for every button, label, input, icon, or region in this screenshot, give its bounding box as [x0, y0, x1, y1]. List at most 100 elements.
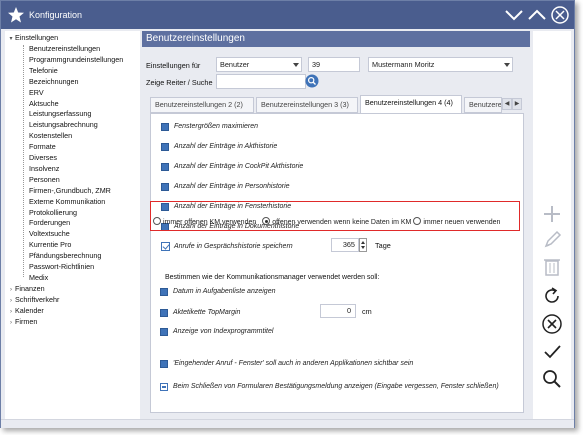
search-icon[interactable]	[305, 74, 319, 88]
tree-node-einstellungen[interactable]: ▾ Einstellungen	[7, 33, 58, 43]
tree-item-label: Kurrentie Pro	[29, 240, 72, 250]
search-input[interactable]	[216, 74, 306, 89]
tree-node-label: Finanzen	[15, 284, 45, 293]
tree-node[interactable]: › Firmen	[7, 317, 37, 327]
tree-item[interactable]: Protokollierung	[29, 208, 77, 218]
tab-benutzereinstellungen-4[interactable]: Benutzereinstellungen 4 (4)	[360, 95, 462, 114]
tree-item-label: Kostenstellen	[29, 131, 73, 141]
tree-item[interactable]: ERV	[29, 88, 44, 98]
checkbox-cockpit[interactable]	[161, 163, 169, 171]
tree-item[interactable]: Kostenstellen	[29, 131, 72, 141]
tree-item[interactable]: Insolvenz	[29, 164, 59, 174]
search-label: Zeige Reiter / Suche	[146, 78, 213, 87]
radio-km-always-open[interactable]: immer offenen KM verwenden	[153, 217, 256, 226]
tree-item[interactable]: Voltextsuche	[29, 229, 70, 239]
action-bar	[533, 31, 571, 419]
cancel-icon[interactable]	[541, 313, 563, 335]
km-radio-group: immer offenen KM verwenden offenen verwe…	[153, 217, 500, 226]
tree-item[interactable]: Firmen-,Grundbuch, ZMR	[29, 186, 111, 196]
tree-item[interactable]: Personen	[29, 175, 60, 185]
radio-selected-icon	[262, 217, 271, 225]
tree-item[interactable]: Programmgrundeinstellungen	[29, 55, 123, 65]
tree-item[interactable]: Benutzereinstellungen	[29, 44, 100, 54]
tree-item-label: Voltextsuche	[29, 229, 70, 239]
search-icon[interactable]	[541, 368, 563, 390]
confirm-icon[interactable]	[541, 341, 563, 363]
close-window-icon[interactable]	[550, 6, 570, 24]
user-name-dropdown[interactable]: Mustermann Moritz	[368, 57, 513, 72]
tree-node[interactable]: › Kalender	[7, 306, 44, 316]
user-id-field[interactable]: 39	[308, 57, 360, 72]
delete-icon[interactable]	[541, 255, 563, 277]
edit-icon[interactable]	[541, 229, 563, 251]
tree-item[interactable]: Aktsuche	[29, 99, 59, 109]
tree-item[interactable]: Telefonie	[29, 66, 58, 76]
content-area: Benutzereinstellungen Einstellungen für …	[142, 31, 530, 419]
tab-scroll-right-icon[interactable]: ▶	[512, 98, 522, 110]
tree-item[interactable]: Leistungsabrechnung	[29, 120, 98, 130]
tree-item[interactable]: Leistungserfassung	[29, 109, 91, 119]
expand-arrow-icon[interactable]: ›	[7, 285, 15, 295]
option-akthistorie-label: Anzahl der Einträge in Akthistorie	[174, 143, 278, 150]
tree-node-label: Schriftverkehr	[15, 294, 60, 304]
tab-strip: Benutzereinstellungen 2 (2) Benutzereins…	[150, 95, 524, 114]
tree-node-label: Kalender	[15, 305, 44, 315]
expand-arrow-icon[interactable]: ›	[7, 307, 15, 317]
tree-item-label: Firmen-,Grundbuch, ZMR	[29, 185, 111, 195]
tree-node[interactable]: › Finanzen	[7, 284, 45, 294]
checkbox-anrufe[interactable]	[161, 242, 170, 251]
tree-item[interactable]: Medix	[29, 273, 48, 283]
anrufe-days-stepper[interactable]	[359, 238, 367, 252]
add-icon[interactable]	[541, 203, 563, 225]
checkbox-maximize[interactable]	[161, 123, 169, 131]
window-title: Konfiguration	[29, 10, 83, 20]
tree-item-label: Forderungen	[29, 218, 71, 228]
tree-item[interactable]: Forderungen	[29, 218, 70, 228]
tree-item-label: Aktsuche	[29, 98, 59, 108]
checkbox-personhistorie[interactable]	[161, 183, 169, 191]
collapse-icon[interactable]	[504, 6, 524, 24]
expand-arrow-icon[interactable]: ›	[7, 318, 15, 328]
tree-item-label: Bezeichnungen	[29, 76, 79, 86]
settings-for-dropdown[interactable]: Benutzer	[216, 57, 302, 72]
tree-item[interactable]: Kurrentie Pro	[29, 240, 71, 250]
settings-for-label: Einstellungen für	[146, 61, 201, 70]
tree-item-label: Benutzereinstellungen	[29, 44, 101, 53]
tab-scroll-left-icon[interactable]: ◀	[502, 98, 512, 110]
refresh-icon[interactable]	[541, 285, 563, 307]
option-anrufe-label: Anrufe in Gesprächshistorie speichern	[174, 243, 293, 250]
tree-item[interactable]: Passwort-Richtlinien	[29, 262, 94, 272]
collapse-arrow-icon[interactable]: ▾	[7, 34, 15, 44]
tree-item-label: Passwort-Richtlinien	[29, 262, 95, 271]
tree-node[interactable]: › Schriftverkehr	[7, 295, 59, 305]
status-bar	[1, 419, 574, 428]
title-bar: Konfiguration	[1, 1, 574, 29]
tree-node-label: Firmen	[15, 316, 38, 326]
settings-tree: ▾ Einstellungen Benutzereinstellungen Prog…	[5, 31, 140, 419]
dropdown-arrow-icon	[293, 63, 299, 67]
radio-km-always-new[interactable]: immer neuen verwenden	[413, 217, 500, 226]
tree-item[interactable]: Externe Kommunikation	[29, 197, 105, 207]
radio-km-open-if-empty[interactable]: offenen verwenden wenn keine Daten im KM	[262, 217, 411, 226]
settings-panel: Fenstergrößen maximieren Anzahl der Eint…	[150, 113, 524, 413]
tree-item-label: Insolvenz	[29, 163, 60, 173]
anrufe-days-input[interactable]: 365	[331, 238, 359, 252]
page-header: Benutzereinstellungen	[142, 31, 530, 47]
tab-benutzereinstellungen-5[interactable]: Benutzere	[464, 97, 502, 113]
tree-item[interactable]: Diverses	[29, 153, 57, 163]
tree-item-label: Leistungserfassung	[29, 109, 92, 119]
tab-benutzereinstellungen-3[interactable]: Benutzereinstellungen 3 (3)	[256, 97, 358, 113]
expand-arrow-icon[interactable]: ›	[7, 296, 15, 306]
radio-circle-icon	[413, 217, 422, 225]
tree-guide-line	[23, 45, 24, 277]
tree-item-label: Diverses	[29, 153, 57, 162]
tree-item-label: Protokollierung	[29, 207, 77, 217]
tree-item[interactable]: Bezeichnungen	[29, 77, 79, 87]
checkbox-akthistorie[interactable]	[161, 143, 169, 151]
tree-item[interactable]: Formate	[29, 142, 56, 152]
tree-item-label: Medix	[29, 272, 49, 282]
tree-item[interactable]: Pfändungsberechnung	[29, 251, 101, 261]
expand-icon[interactable]	[527, 6, 547, 24]
tab-benutzereinstellungen-2[interactable]: Benutzereinstellungen 2 (2)	[150, 97, 254, 113]
option-cockpit-label: Anzahl der Einträge in CockPit Akthistor…	[174, 163, 304, 170]
